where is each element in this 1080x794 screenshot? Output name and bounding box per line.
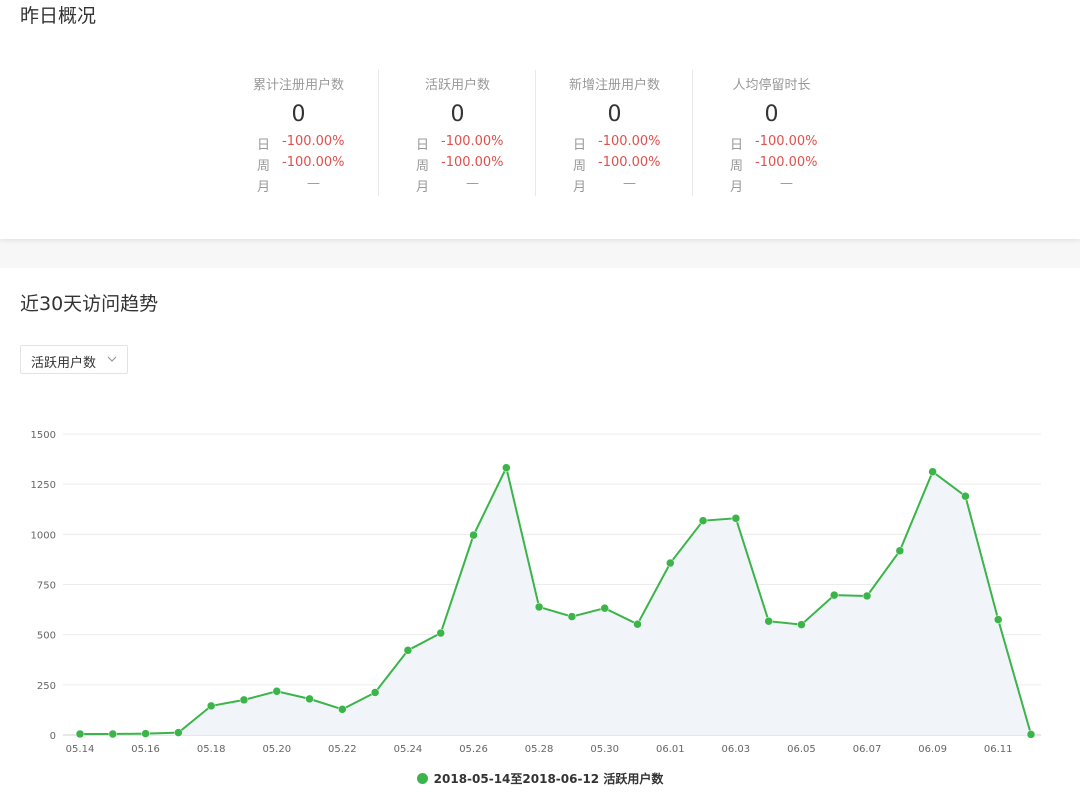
data-point: [502, 463, 511, 472]
legend-label: 2018-05-14至2018-06-12 活跃用户数: [433, 772, 664, 786]
trend-chart: 0 250 500 750 1000 1250 1500 05.14 05.16 05.18 05.…: [31, 430, 1041, 755]
data-point: [534, 602, 544, 612]
y-tick-label: 0: [50, 731, 56, 742]
stat-row-key: 周: [416, 159, 430, 174]
x-tick-label: 06.01: [656, 744, 685, 755]
stat-row-key: 日: [573, 138, 587, 153]
stat-value: 0: [291, 102, 306, 127]
data-point: [928, 467, 937, 476]
data-point: [469, 530, 478, 540]
data-point: [272, 687, 282, 696]
stat-row-value: —: [780, 176, 793, 191]
data-point: [403, 646, 413, 655]
y-tick-label: 1000: [31, 530, 56, 541]
stat-row-value: -100.00%: [282, 134, 345, 149]
stat-row-value: -100.00%: [282, 155, 345, 170]
overview-stats: 累计注册用户数 0 日 -100.00% 周 -100.00% 月 — 活跃用户数 0…: [220, 70, 849, 196]
data-point: [108, 729, 118, 739]
stat-label: 累计注册用户数: [252, 78, 344, 93]
data-point: [862, 591, 872, 601]
data-point: [370, 688, 380, 697]
data-point: [829, 590, 839, 600]
stat-row-key: 周: [573, 159, 587, 174]
x-tick-label: 05.14: [66, 744, 95, 755]
x-tick-label: 05.24: [394, 744, 423, 755]
stat-row-key: 月: [416, 180, 430, 195]
metric-dropdown-label: 活跃用户数: [31, 356, 97, 371]
y-tick-label: 250: [37, 681, 56, 692]
x-tick-label: 06.05: [787, 744, 816, 755]
data-point: [698, 516, 708, 525]
y-tick-label: 500: [37, 631, 56, 642]
stat-avg-duration: 人均停留时长 0 日 -100.00% 周 -100.00% 月 —: [692, 70, 850, 196]
data-point: [731, 514, 741, 523]
stat-row-key: 日: [730, 138, 744, 153]
x-tick-label: 05.20: [262, 744, 291, 755]
stat-row-value: -100.00%: [598, 134, 661, 149]
x-tick-label: 05.28: [525, 744, 554, 755]
series-area: [80, 467, 1031, 735]
data-point: [764, 616, 773, 626]
x-tick-label: 05.26: [459, 744, 488, 755]
data-point: [797, 620, 806, 629]
stat-value: 0: [607, 102, 622, 127]
overview-title: 昨日概况: [20, 5, 97, 27]
x-tick-label: 05.16: [131, 744, 160, 755]
y-tick-label: 1250: [31, 480, 56, 491]
data-point: [174, 728, 183, 737]
stat-value: 0: [764, 102, 779, 127]
x-tick-label: 06.03: [722, 744, 751, 755]
stat-label: 人均停留时长: [732, 78, 811, 93]
y-tick-label: 1500: [31, 430, 56, 441]
x-tick-label: 06.07: [853, 744, 882, 755]
stat-row-key: 周: [257, 159, 271, 174]
stat-row-key: 月: [257, 180, 271, 195]
legend-dot-icon: [416, 773, 428, 784]
data-point: [338, 705, 347, 714]
stat-label: 活跃用户数: [424, 78, 490, 93]
data-point: [600, 603, 609, 613]
chevron-down-icon: [107, 356, 117, 362]
stat-row-key: 日: [416, 138, 430, 153]
data-point: [633, 619, 642, 629]
stat-row-value: —: [466, 176, 479, 191]
data-point: [1026, 730, 1036, 739]
stat-row-value: —: [307, 176, 320, 191]
trend-title: 近30天访问趋势: [20, 293, 159, 315]
data-point: [141, 729, 150, 738]
stat-row-value: -100.00%: [598, 155, 661, 170]
stat-row-value: -100.00%: [441, 134, 504, 149]
x-tick-label: 05.22: [328, 744, 357, 755]
y-tick-label: 750: [37, 581, 56, 592]
metric-dropdown[interactable]: 活跃用户数: [20, 345, 128, 374]
stat-row-value: —: [623, 176, 636, 191]
data-point: [895, 546, 905, 556]
chart-legend[interactable]: 2018-05-14至2018-06-12 活跃用户数: [0, 770, 1080, 787]
stat-total-registered: 累计注册用户数 0 日 -100.00% 周 -100.00% 月 —: [220, 70, 377, 196]
stat-row-value: -100.00%: [755, 155, 818, 170]
stat-label: 新增注册用户数: [568, 78, 660, 93]
stat-row-key: 周: [730, 159, 744, 174]
data-point: [666, 558, 675, 568]
data-point: [305, 694, 314, 704]
data-point: [239, 695, 249, 705]
stat-row-value: -100.00%: [441, 155, 504, 170]
data-point: [961, 491, 970, 501]
stat-row-value: -100.00%: [755, 134, 818, 149]
x-tick-label: 05.18: [197, 744, 226, 755]
stat-value: 0: [450, 102, 465, 127]
data-point: [567, 612, 577, 621]
stat-row-key: 月: [573, 180, 587, 195]
x-tick-label: 06.09: [918, 744, 947, 755]
stat-row-key: 月: [730, 180, 744, 195]
data-point: [206, 701, 216, 711]
stat-active-users: 活跃用户数 0 日 -100.00% 周 -100.00% 月 —: [378, 70, 536, 196]
data-point: [75, 729, 85, 739]
stat-row-key: 日: [257, 138, 271, 153]
data-point: [436, 628, 445, 638]
x-tick-label: 05.30: [590, 744, 619, 755]
stat-new-registered: 新增注册用户数 0 日 -100.00% 周 -100.00% 月 —: [535, 70, 693, 196]
data-point: [993, 615, 1003, 624]
x-tick-label: 06.11: [984, 744, 1013, 755]
